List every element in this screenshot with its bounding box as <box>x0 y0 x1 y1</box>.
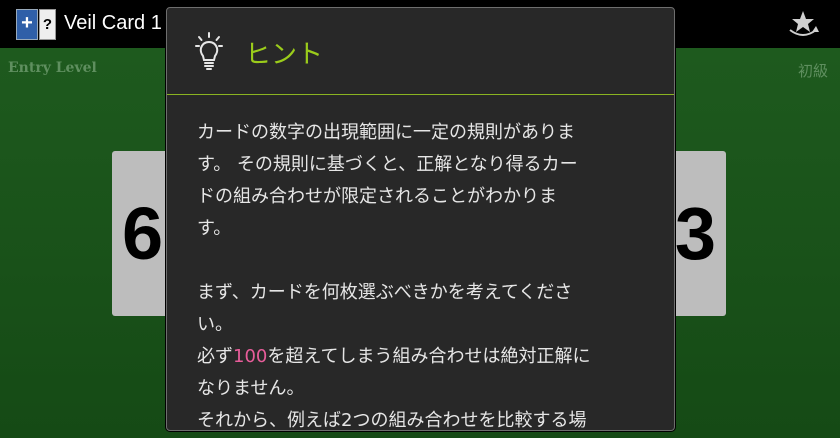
level-label-jp: 初級 <box>797 62 828 80</box>
number-card-left[interactable]: 6 <box>112 151 172 316</box>
hint-dialog: ヒント カードの数字の出現範囲に一定の規則がありま す。 その規則に基づくと、正… <box>166 7 675 431</box>
number-card-right[interactable]: 3 <box>668 151 726 316</box>
hint-line: 必ず100を超えてしまう組み合わせは絶対正解に <box>197 341 655 373</box>
hint-line: なりません。 <box>197 378 305 399</box>
hint-line: す。 <box>197 218 232 239</box>
hint-line: それから、例えば2つの組み合わせを比較する場 <box>197 410 587 431</box>
lightbulb-icon <box>195 32 223 72</box>
level-label-en: Entry Level <box>8 60 97 76</box>
hint-line: い。 <box>197 314 233 335</box>
app-icon-plus-card: + <box>16 9 38 40</box>
hint-line: す。 その規則に基づくと、正解となり得るカー <box>197 154 578 175</box>
highlighted-number: 100 <box>233 346 268 367</box>
dialog-header: ヒント <box>167 8 674 95</box>
app-title: Veil Card 1 <box>64 12 162 34</box>
hint-line: まず、カードを何枚選ぶべきかを考えてくださ <box>197 282 573 303</box>
hint-line: カードの数字の出現範囲に一定の規則がありま <box>197 122 575 143</box>
star-refresh-icon[interactable] <box>785 8 821 40</box>
dialog-divider <box>167 94 674 95</box>
app-icon[interactable]: + ? <box>16 9 58 42</box>
hint-text-fragment: を超えてしまう組み合わせは絶対正解に <box>267 346 591 367</box>
dialog-title: ヒント <box>245 40 324 70</box>
app-icon-question-card: ? <box>39 9 56 40</box>
hint-text: カードの数字の出現範囲に一定の規則がありま す。 その規則に基づくと、正解となり… <box>197 117 655 431</box>
hint-line: ドの組み合わせが限定されることがわかりま <box>197 186 557 207</box>
hint-text-fragment: 必ず <box>197 346 233 367</box>
